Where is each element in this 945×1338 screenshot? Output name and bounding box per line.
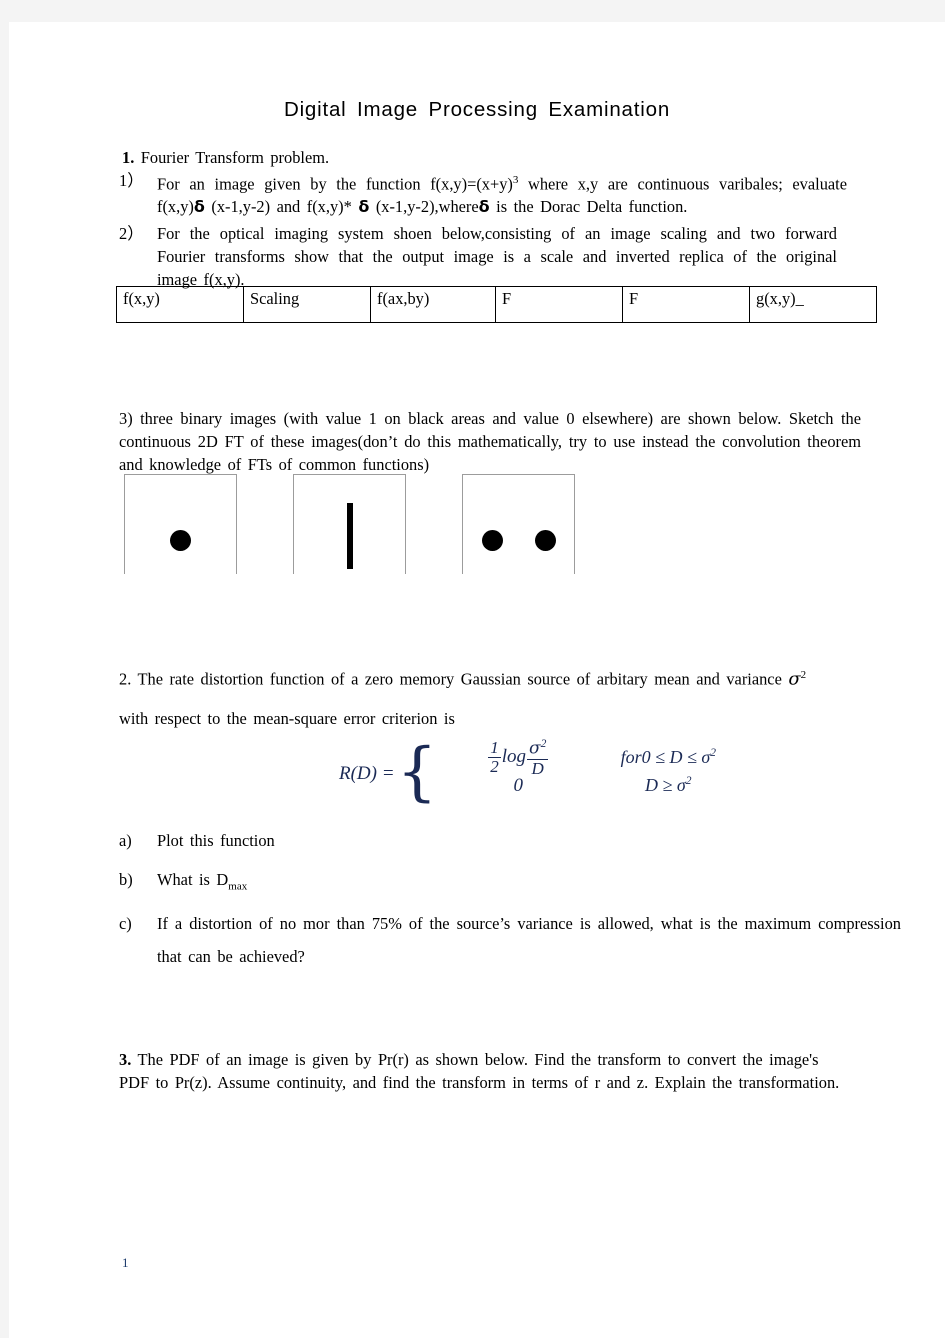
condition-exponent: 2 [685,775,692,788]
case-2-expression: 0 [513,774,524,796]
for-keyword: for [620,747,642,768]
flow-cell-ft-1: F [495,286,623,323]
item-b-marker: b) [119,870,133,889]
formula-case-1: 1 2 log σ2 Dfor0 ≤ D ≤ σ2 [443,738,743,777]
part-1-line1-a: For an image given by the function f(x,y… [157,174,513,194]
item-c-text: If a distortion of no mor than 75% of th… [157,914,901,966]
question-2-line1: 2. The rate distortion function of a zer… [119,669,782,689]
table-row: f(x,y) Scaling f(ax,by) F F g(x,y)_ [116,286,877,323]
delta-symbol-1: δ [193,197,205,217]
part-1-line2-d: is the Dorac Delta function. [496,197,688,217]
dmax-subscript: max [228,880,248,893]
condition-range: D ≥ σ [645,775,686,796]
question-1-part-3: 3) three binary images (with value 1 on … [119,409,861,474]
document-page: Digital Image Processing Examination 1. … [9,22,945,1338]
dot-shape-right [535,530,556,551]
flow-cell-ft-2: F [622,286,750,323]
binary-image-figure-3 [462,474,575,574]
sigma-exponent: 2 [800,669,807,681]
fraction-numerator: 1 [488,738,501,759]
part-2-body: For the optical imaging system shoen bel… [157,224,837,289]
flow-cell-input: f(x,y) [116,286,244,323]
part-1-line2-a: f(x,y) [157,197,194,217]
sigma-over-d-fraction: σ2 D [526,738,549,777]
part-1-line2-c: (x-1,y-2),where [375,197,479,217]
case-2-condition: D ≥ σ2 [593,775,743,796]
part-1-exponent: 3 [512,174,519,186]
flow-cell-scaling: Scaling [243,286,371,323]
rate-distortion-formula: R(D) ={ 1 2 log σ2 Dfor0 ≤ D ≤ σ2 0D ≥ σ2 [339,738,743,810]
page-title: Digital Image Processing Examination [283,98,671,121]
flow-diagram-table: f(x,y) Scaling f(ax,by) F F g(x,y)_ [116,286,877,323]
page-number: 1 [122,1255,129,1270]
case-1-condition: for0 ≤ D ≤ σ2 [593,747,743,768]
formula-lhs: R(D) = [339,763,395,784]
question-2-item-c: c) If a distortion of no mor than 75% of… [119,907,901,973]
condition-range: 0 ≤ D ≤ σ [641,747,711,768]
question-3-number: 3. [119,1050,132,1069]
sigma-symbol: σ [788,668,801,690]
question-2-line2: with respect to the mean-square error cr… [119,709,455,729]
delta-symbol-2: δ [358,197,370,217]
question-2-item-b: b) What is Dmax [119,868,899,898]
bar-shape [347,503,353,569]
formula-case-2: 0 D ≥ σ2 [443,774,743,810]
question-1-part-2: 2） For the optical imaging system shoen … [119,222,837,291]
question-2-item-a: a) Plot this function [119,829,899,852]
item-b-text: What is Dmax [157,868,899,898]
question-2-intro: 2. The rate distortion function of a zer… [119,655,871,739]
sigma-exponent: 2 [540,738,547,750]
log-operator: log [501,746,526,768]
sigma-symbol: σ [528,738,541,759]
question-1-number: 1. [122,148,135,167]
dot-shape-left [482,530,503,551]
item-a-marker: a) [119,831,132,850]
case-1-expression: 1 2 log σ2 D [443,738,593,777]
flow-cell-output: g(x,y)_ [749,286,877,323]
item-a-text: Plot this function [157,831,275,850]
one-half-fraction: 12 [488,739,501,776]
part-2-marker: 2） [119,224,144,243]
question-3-text: The PDF of an image is given by Pr(r) as… [119,1050,840,1092]
binary-image-figure-2 [293,474,406,574]
question-3: 3. The PDF of an image is given by Pr(r)… [119,1048,849,1094]
part-1-body: For an image given by the function f(x,y… [157,169,847,218]
part-1-line2-b: (x-1,y-2) and f(x,y)* [211,197,352,217]
binary-image-figure-1 [124,474,237,574]
question-1-heading-text: Fourier Transform problem. [140,148,330,167]
delta-symbol-3: δ [478,197,490,217]
item-c-marker: c) [119,914,132,933]
dot-shape [170,530,191,551]
part-1-marker: 1） [119,171,144,190]
question-1-part-1: 1） For an image given by the function f(… [119,169,847,218]
left-brace: { [396,735,438,810]
fraction-numerator: σ2 [526,738,549,760]
formula-cases: 1 2 log σ2 Dfor0 ≤ D ≤ σ2 0D ≥ σ2 [443,738,743,810]
item-b-label: What is D [157,870,229,889]
flow-cell-scaled: f(ax,by) [370,286,496,323]
question-1-heading: 1. Fourier Transform problem. [122,146,822,169]
condition-exponent: 2 [710,747,716,760]
part-1-line1-b: where x,y are continuous varibales; eval… [528,174,847,194]
